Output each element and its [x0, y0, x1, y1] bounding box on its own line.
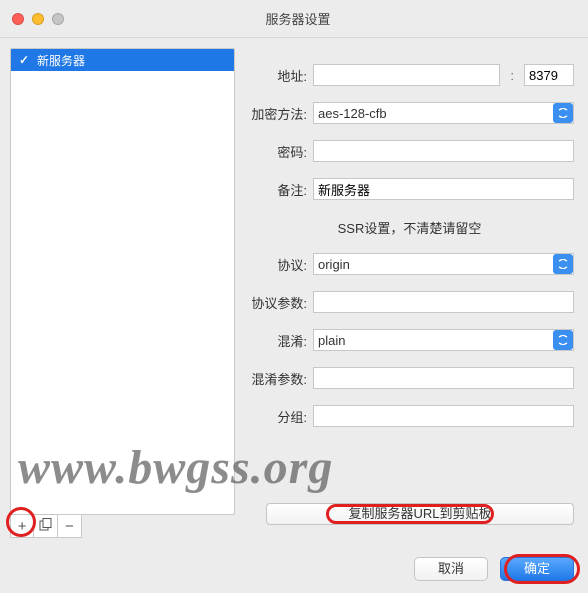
- remove-server-button[interactable]: −: [58, 515, 81, 537]
- window-title: 服务器设置: [8, 9, 588, 28]
- row-encryption: 加密方法: aes-128-cfb: [245, 102, 574, 124]
- row-address: 地址: :: [245, 64, 574, 86]
- protocol-select[interactable]: origin: [313, 253, 574, 275]
- group-label: 分组:: [245, 407, 307, 426]
- server-list[interactable]: ✓ 新服务器: [10, 48, 235, 515]
- port-separator: :: [506, 68, 518, 83]
- port-input[interactable]: [524, 64, 574, 86]
- check-icon: ✓: [19, 53, 31, 67]
- ssr-note: SSR设置，不清楚请留空: [245, 218, 574, 237]
- protocol-param-label: 协议参数:: [245, 293, 307, 312]
- row-protocol: 协议: origin: [245, 253, 574, 275]
- obfs-value: plain: [318, 333, 345, 348]
- row-protocol-param: 协议参数:: [245, 291, 574, 313]
- obfs-label: 混淆:: [245, 331, 307, 350]
- list-toolbar: + −: [10, 514, 82, 538]
- ok-button[interactable]: 确定: [500, 557, 574, 581]
- obfs-select[interactable]: plain: [313, 329, 574, 351]
- chevron-down-icon: [553, 330, 573, 350]
- row-group: 分组:: [245, 405, 574, 427]
- chevron-down-icon: [553, 254, 573, 274]
- server-item-label: 新服务器: [37, 52, 85, 69]
- encryption-select[interactable]: aes-128-cfb: [313, 102, 574, 124]
- row-remark: 备注:: [245, 178, 574, 200]
- server-list-item[interactable]: ✓ 新服务器: [11, 49, 234, 71]
- sidebar: ✓ 新服务器 + −: [10, 48, 235, 538]
- password-label: 密码:: [245, 142, 307, 161]
- password-input[interactable]: [313, 140, 574, 162]
- footer: 取消 确定: [414, 557, 574, 581]
- duplicate-server-button[interactable]: [34, 515, 57, 537]
- protocol-label: 协议:: [245, 255, 307, 274]
- row-obfs: 混淆: plain: [245, 329, 574, 351]
- window: 服务器设置 ✓ 新服务器 + −: [0, 0, 588, 593]
- protocol-param-input[interactable]: [313, 291, 574, 313]
- obfs-param-input[interactable]: [313, 367, 574, 389]
- address-input[interactable]: [313, 64, 500, 86]
- row-password: 密码:: [245, 140, 574, 162]
- group-input[interactable]: [313, 405, 574, 427]
- address-label: 地址:: [245, 66, 307, 85]
- remark-input[interactable]: [313, 178, 574, 200]
- encryption-label: 加密方法:: [245, 104, 307, 123]
- minus-icon: −: [65, 518, 74, 535]
- titlebar: 服务器设置: [0, 0, 588, 38]
- encryption-value: aes-128-cfb: [318, 106, 387, 121]
- obfs-param-label: 混淆参数:: [245, 369, 307, 388]
- cancel-button[interactable]: 取消: [414, 557, 488, 581]
- copy-url-button[interactable]: 复制服务器URL到剪贴板: [266, 503, 574, 525]
- copy-row: 复制服务器URL到剪贴板: [266, 503, 574, 525]
- remark-label: 备注:: [245, 180, 307, 199]
- row-obfs-param: 混淆参数:: [245, 367, 574, 389]
- chevron-down-icon: [553, 103, 573, 123]
- plus-icon: +: [18, 518, 27, 535]
- settings-form: 地址: : 加密方法: aes-128-cfb 密码: 备注:: [245, 48, 578, 538]
- add-server-button[interactable]: +: [11, 515, 34, 537]
- duplicate-icon: [39, 518, 52, 535]
- protocol-value: origin: [318, 257, 350, 272]
